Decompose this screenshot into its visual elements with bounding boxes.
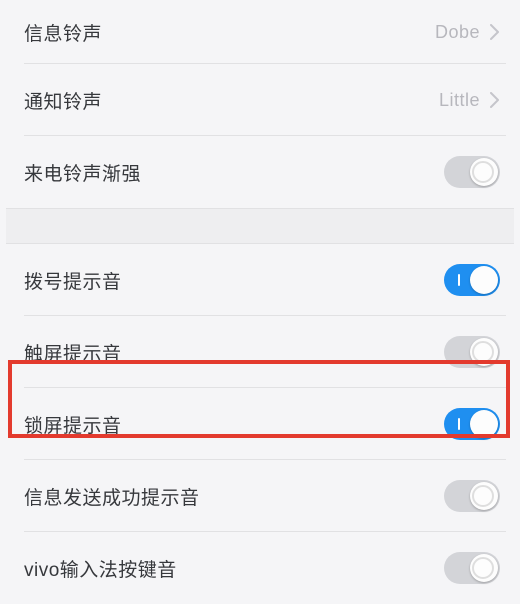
label-lock-sound: 锁屏提示音: [24, 411, 122, 438]
toggle-knob: [470, 266, 498, 294]
label-touch-sound: 触屏提示音: [24, 339, 122, 366]
label-vivo-ime-sound: vivo输入法按键音: [24, 555, 177, 582]
row-right: Little: [439, 90, 500, 111]
sound-group: 拨号提示音 触屏提示音 锁屏提示音 信息发送成功提示音: [6, 244, 514, 604]
toggle-knob: [470, 554, 498, 582]
toggle-lock-sound[interactable]: [444, 408, 500, 440]
label-notification-ringtone: 通知铃声: [24, 87, 102, 114]
ringtone-group: 信息铃声 Dobe 通知铃声 Little 来电铃声渐强: [6, 0, 514, 208]
toggle-vivo-ime-sound[interactable]: [444, 552, 500, 584]
label-msg-sent-sound: 信息发送成功提示音: [24, 483, 200, 510]
row-right: Dobe: [435, 22, 500, 43]
toggle-incoming-fade-in[interactable]: [444, 156, 500, 188]
row-dial-sound: 拨号提示音: [6, 244, 514, 316]
toggle-knob: [470, 482, 498, 510]
row-incoming-fade-in: 来电铃声渐强: [6, 136, 514, 208]
row-touch-sound: 触屏提示音: [6, 316, 514, 388]
label-incoming-fade-in: 来电铃声渐强: [24, 159, 141, 186]
label-dial-sound: 拨号提示音: [24, 267, 122, 294]
row-msg-sent-sound: 信息发送成功提示音: [6, 460, 514, 532]
section-gap: [6, 208, 514, 244]
toggle-knob: [470, 338, 498, 366]
row-lock-sound: 锁屏提示音: [6, 388, 514, 460]
toggle-msg-sent-sound[interactable]: [444, 480, 500, 512]
value-message-ringtone: Dobe: [435, 22, 480, 43]
row-vivo-ime-sound: vivo输入法按键音: [6, 532, 514, 604]
label-message-ringtone: 信息铃声: [24, 19, 102, 46]
toggle-knob: [470, 410, 498, 438]
chevron-right-icon: [490, 91, 500, 109]
toggle-touch-sound[interactable]: [444, 336, 500, 368]
row-message-ringtone[interactable]: 信息铃声 Dobe: [6, 0, 514, 64]
toggle-dial-sound[interactable]: [444, 264, 500, 296]
value-notification-ringtone: Little: [439, 90, 480, 111]
toggle-knob: [470, 158, 498, 186]
row-notification-ringtone[interactable]: 通知铃声 Little: [6, 64, 514, 136]
chevron-right-icon: [490, 23, 500, 41]
